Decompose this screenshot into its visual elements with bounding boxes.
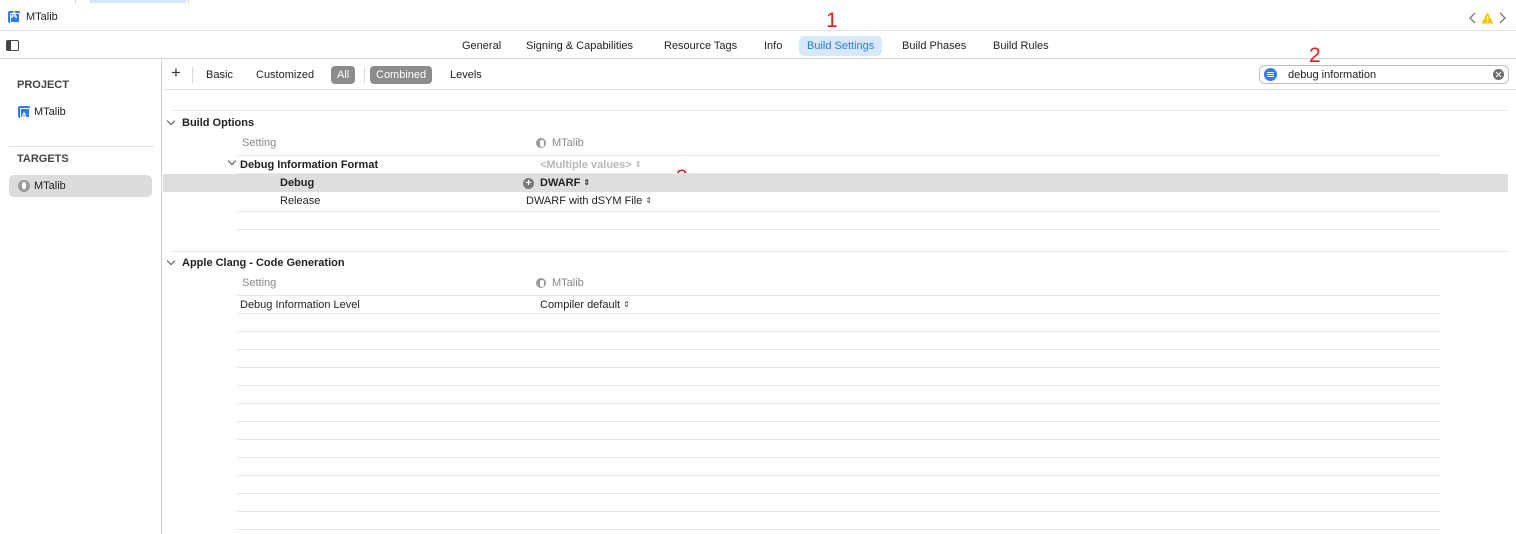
- editor-tab-bar: General Signing & Capabilities Resource …: [0, 31, 1516, 59]
- collapse-chevron-icon[interactable]: [166, 116, 176, 126]
- row-separator: [237, 403, 1440, 404]
- project-icon: A: [18, 106, 30, 121]
- annotation-1: 1: [826, 9, 838, 32]
- tab-divider: [188, 0, 189, 4]
- chevron-left-icon[interactable]: [1468, 12, 1478, 24]
- sidebar-item-label: MTalib: [34, 106, 66, 118]
- release-value-text: DWARF with dSYM File: [526, 195, 643, 207]
- sidebar-toggle-icon[interactable]: [6, 40, 19, 52]
- view-combined-button[interactable]: Combined: [370, 66, 433, 84]
- filter-all-button[interactable]: All: [331, 66, 356, 84]
- row-separator: [237, 313, 1440, 314]
- tab-build-settings[interactable]: Build Settings: [799, 36, 883, 56]
- tab-build-rules[interactable]: Build Rules: [985, 36, 1057, 56]
- config-release-label[interactable]: Release: [280, 195, 320, 207]
- column-header-target: MTalib: [552, 137, 584, 149]
- divider: [364, 67, 365, 83]
- row-separator: [237, 511, 1440, 512]
- column-header-target: MTalib: [552, 277, 584, 289]
- section-separator: [172, 251, 1508, 252]
- targets-section-header: TARGETS: [17, 153, 69, 165]
- sidebar-item-project[interactable]: A MTalib: [9, 101, 152, 123]
- debug-level-value-text: Compiler default: [540, 299, 621, 311]
- tab-divider: [75, 0, 76, 4]
- updown-icon: ⇕: [623, 300, 630, 309]
- row-separator: [237, 229, 1440, 230]
- filter-icon[interactable]: [1264, 68, 1277, 81]
- row-separator: [237, 211, 1440, 212]
- updown-icon: ⇕: [634, 160, 642, 169]
- row-separator: [237, 439, 1440, 440]
- build-settings-filter-bar: + Basic Customized All Combined Levels: [163, 60, 1516, 90]
- debug-level-value-popup[interactable]: Compiler default ⇕: [540, 299, 630, 311]
- add-condition-icon[interactable]: +: [523, 178, 534, 189]
- selected-window-tab[interactable]: [90, 0, 186, 3]
- view-levels-button[interactable]: Levels: [444, 66, 488, 84]
- sidebar-item-label: MTalib: [34, 180, 66, 192]
- row-separator: [237, 421, 1440, 422]
- column-header-setting: Setting: [242, 277, 277, 289]
- tab-general[interactable]: General: [454, 36, 509, 56]
- target-icon: [536, 278, 546, 288]
- setting-debug-information-format[interactable]: Debug Information Format: [240, 159, 378, 171]
- target-icon: [18, 180, 30, 192]
- debug-value-popup[interactable]: DWARF ⇕: [540, 177, 590, 189]
- row-separator: [237, 385, 1440, 386]
- row-separator: [237, 493, 1440, 494]
- collapse-chevron-icon[interactable]: [166, 256, 176, 266]
- row-separator: [237, 349, 1440, 350]
- divider: [192, 67, 193, 83]
- disclosure-chevron-icon[interactable]: [227, 156, 237, 166]
- config-debug-label[interactable]: Debug: [280, 177, 314, 189]
- project-section-header: PROJECT: [17, 79, 69, 91]
- xcode-project-icon: A: [8, 10, 20, 23]
- project-navigator-sidebar: PROJECT A MTalib TARGETS MTalib: [0, 60, 162, 534]
- section-title-apple-clang[interactable]: Apple Clang - Code Generation: [182, 257, 345, 269]
- project-breadcrumb[interactable]: MTalib: [26, 11, 58, 23]
- setting-debug-information-level[interactable]: Debug Information Level: [240, 299, 360, 311]
- section-separator: [172, 110, 1508, 111]
- updown-icon: ⇕: [583, 178, 591, 187]
- row-separator: [237, 457, 1440, 458]
- row-separator: [237, 529, 1440, 530]
- clear-search-icon[interactable]: [1493, 69, 1504, 80]
- row-separator: [237, 155, 1440, 156]
- selected-row-highlight: [163, 174, 1508, 192]
- tab-build-phases[interactable]: Build Phases: [894, 36, 974, 56]
- release-value-popup[interactable]: DWARF with dSYM File ⇕: [526, 195, 652, 207]
- row-separator: [237, 367, 1440, 368]
- multiple-values-label[interactable]: <Multiple values> ⇕: [540, 159, 641, 171]
- target-icon: [536, 138, 546, 148]
- add-setting-button[interactable]: +: [171, 63, 181, 83]
- filter-customized-button[interactable]: Customized: [250, 66, 320, 84]
- search-input[interactable]: [1288, 67, 1488, 82]
- debug-value-text: DWARF: [540, 177, 581, 189]
- section-title-build-options[interactable]: Build Options: [182, 117, 254, 129]
- warning-icon[interactable]: [1481, 12, 1494, 24]
- sidebar-item-target[interactable]: MTalib: [9, 175, 152, 197]
- multiple-values-text: <Multiple values>: [540, 159, 632, 171]
- tab-info[interactable]: Info: [756, 36, 790, 56]
- row-separator: [237, 295, 1440, 296]
- row-separator: [237, 475, 1440, 476]
- search-field[interactable]: [1259, 65, 1509, 84]
- filter-basic-button[interactable]: Basic: [200, 66, 239, 84]
- tab-resource-tags[interactable]: Resource Tags: [656, 36, 745, 56]
- sidebar-divider: [9, 146, 154, 147]
- chevron-right-icon[interactable]: [1498, 12, 1508, 24]
- row-separator: [237, 331, 1440, 332]
- column-header-setting: Setting: [242, 137, 277, 149]
- updown-icon: ⇕: [645, 196, 653, 205]
- tab-signing-capabilities[interactable]: Signing & Capabilities: [518, 36, 641, 56]
- editor-jump-bar: A MTalib: [0, 5, 1516, 31]
